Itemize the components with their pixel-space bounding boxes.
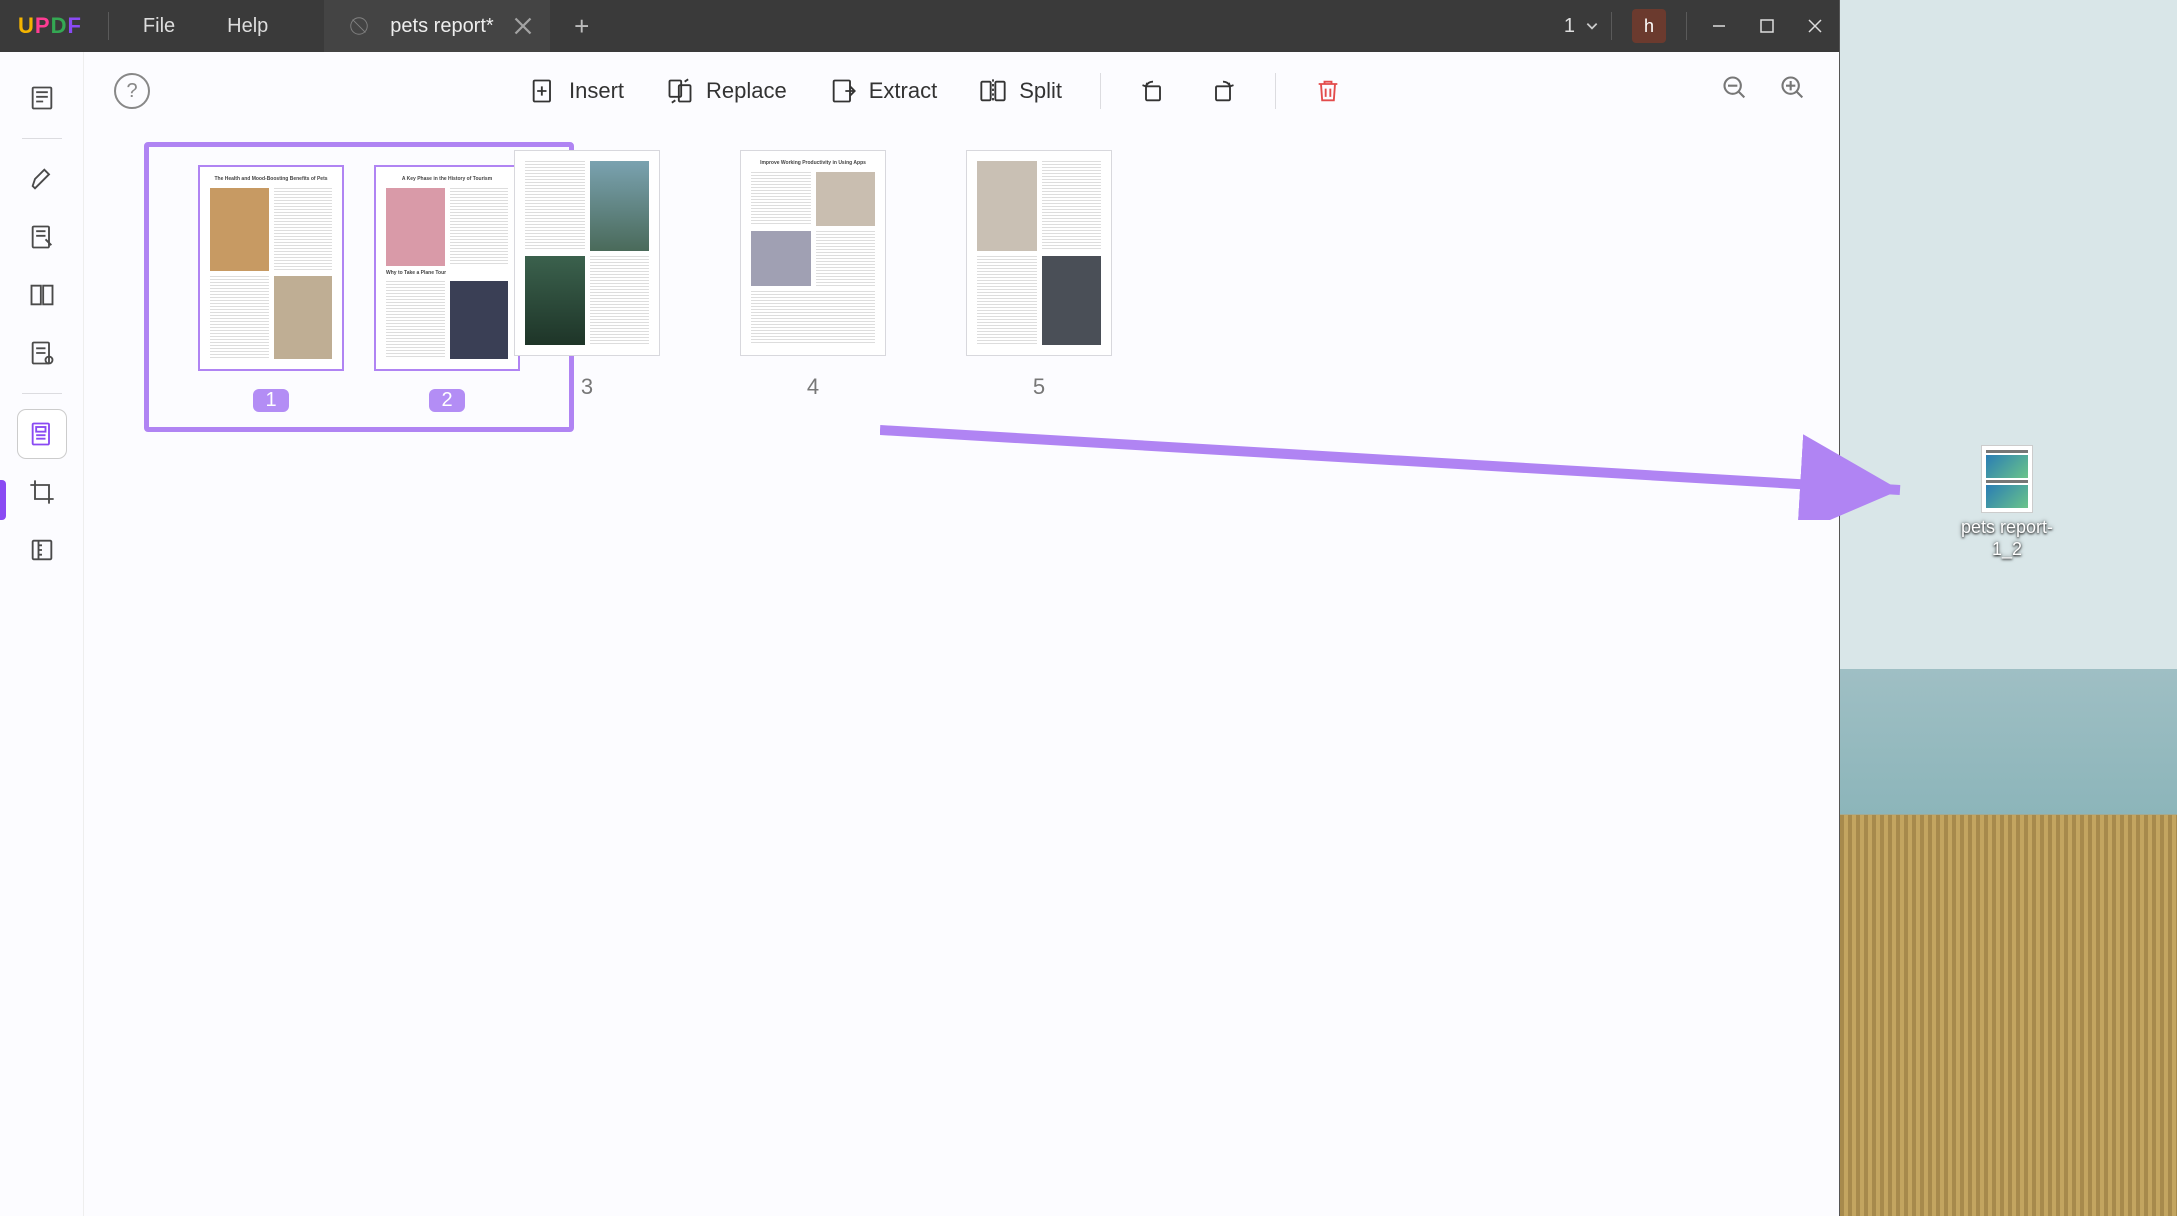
sidebar-active-indicator: [0, 480, 6, 520]
sidebar-highlight-icon[interactable]: [18, 155, 66, 203]
page-number-1: 1: [253, 389, 288, 412]
window-close-button[interactable]: [1791, 0, 1839, 52]
sidebar-edit-icon[interactable]: [18, 213, 66, 261]
sidebar-compress-icon[interactable]: [18, 526, 66, 574]
page-number-5: 5: [1033, 374, 1045, 400]
help-icon[interactable]: ?: [114, 73, 150, 109]
chevron-down-icon[interactable]: [1585, 19, 1599, 33]
page-thumbnail-4[interactable]: Improve Working Productivity in Using Ap…: [740, 150, 886, 400]
sidebar-reader-icon[interactable]: [18, 74, 66, 122]
insert-label: Insert: [569, 78, 624, 104]
window-minimize-button[interactable]: [1695, 0, 1743, 52]
replace-label: Replace: [706, 78, 787, 104]
page-number-2: 2: [429, 389, 464, 412]
desktop-file-pets-report[interactable]: pets report-1_2: [1957, 445, 2057, 560]
desktop-file-label: pets report-1_2: [1957, 517, 2057, 560]
page-number-3: 3: [581, 374, 593, 400]
left-sidebar: [0, 52, 84, 1216]
new-tab-button[interactable]: +: [562, 11, 602, 42]
tab-title: pets report*: [390, 15, 493, 38]
selection-box: The Health and Mood-Boosting Benefits of…: [144, 142, 574, 432]
page-thumbnail-2[interactable]: A Key Phase in the History of Tourism Wh…: [374, 165, 520, 412]
page-grid: The Health and Mood-Boosting Benefits of…: [84, 130, 1839, 1216]
split-label: Split: [1019, 78, 1062, 104]
delete-button[interactable]: [1296, 69, 1360, 113]
rotate-left-button[interactable]: [1121, 69, 1185, 113]
file-thumbnail-icon: [1981, 445, 2033, 513]
tab-doc-icon: [348, 15, 370, 37]
document-tab[interactable]: pets report*: [324, 0, 549, 52]
user-avatar[interactable]: h: [1632, 9, 1666, 43]
page-thumbnail-1[interactable]: The Health and Mood-Boosting Benefits of…: [198, 165, 344, 412]
titlebar: UPDF File Help pets report* + 1 h: [0, 0, 1839, 52]
content-pane: ? Insert Replace Extract Split: [84, 52, 1839, 1216]
tab-close-icon[interactable]: [514, 17, 532, 35]
page4-title: Improve Working Productivity in Using Ap…: [751, 161, 875, 167]
insert-button[interactable]: Insert: [511, 69, 642, 113]
extract-button[interactable]: Extract: [811, 69, 955, 113]
sidebar-pageview-icon[interactable]: [18, 271, 66, 319]
zoom-in-button[interactable]: [1779, 74, 1807, 108]
app-logo: UPDF: [18, 13, 82, 39]
window-maximize-button[interactable]: [1743, 0, 1791, 52]
page-thumbnail-5[interactable]: 5: [966, 150, 1112, 400]
menu-file[interactable]: File: [117, 15, 201, 38]
page2-sub: Why to Take a Plane Tour: [386, 271, 508, 277]
sidebar-organize-icon[interactable]: [18, 410, 66, 458]
menu-help[interactable]: Help: [201, 15, 294, 38]
page-number-4: 4: [807, 374, 819, 400]
titlebar-page-count: 1: [1564, 15, 1575, 38]
extract-label: Extract: [869, 78, 937, 104]
split-button[interactable]: Split: [961, 69, 1080, 113]
app-window: UPDF File Help pets report* + 1 h: [0, 0, 1840, 1216]
page2-title: A Key Phase in the History of Tourism: [386, 177, 508, 183]
page1-title: The Health and Mood-Boosting Benefits of…: [210, 177, 332, 183]
organize-toolbar: ? Insert Replace Extract Split: [84, 52, 1839, 130]
rotate-right-button[interactable]: [1191, 69, 1255, 113]
zoom-out-button[interactable]: [1721, 74, 1749, 108]
sidebar-crop-icon[interactable]: [18, 468, 66, 516]
sidebar-form-icon[interactable]: [18, 329, 66, 377]
replace-button[interactable]: Replace: [648, 69, 805, 113]
